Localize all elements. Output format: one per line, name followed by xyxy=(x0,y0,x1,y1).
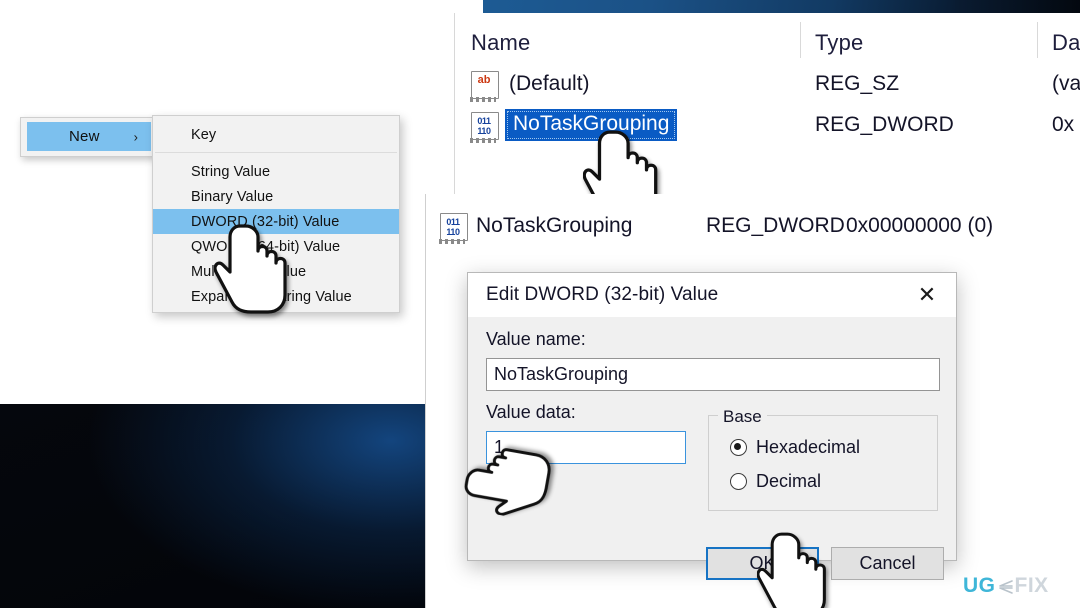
screenshot-stage: New › Key String Value Binary Value DWOR… xyxy=(0,0,1080,608)
menu-item-multi-string-value-label: Multi-String Value xyxy=(191,263,307,280)
registry-value-name: (Default) xyxy=(509,72,590,95)
watermark-part2: FIX xyxy=(1014,574,1049,597)
dialog-body: Value name: NoTaskGrouping Value data: 1… xyxy=(468,317,956,580)
value-data-input[interactable]: 1 xyxy=(486,431,686,464)
table-row[interactable]: 011 110 NoTaskGrouping REG_DWORD 0x xyxy=(455,106,1080,146)
column-header-data[interactable]: Da xyxy=(1052,30,1080,56)
ok-button[interactable]: OK xyxy=(706,547,819,580)
dialog-title-bar[interactable]: Edit DWORD (32-bit) Value ✕ xyxy=(468,273,956,317)
value-name-input[interactable]: NoTaskGrouping xyxy=(486,358,940,391)
menu-item-string-value-label: String Value xyxy=(191,163,271,180)
watermark-part1: UG xyxy=(963,574,996,597)
menu-item-qword-64bit-value[interactable]: QWORD (64-bit) Value xyxy=(153,234,399,259)
context-submenu-new: Key String Value Binary Value DWORD (32-… xyxy=(152,115,400,313)
reg-sz-icon: ab xyxy=(469,71,499,102)
menu-item-expandable-string-value[interactable]: Expandable String Value xyxy=(153,284,399,309)
menu-item-key[interactable]: Key xyxy=(153,122,399,147)
column-divider xyxy=(800,22,801,58)
value-name-label: Value name: xyxy=(486,329,586,349)
registry-values-panel-top: Name Type Da ab (Default) REG_SZ (va 011… xyxy=(454,13,1080,207)
edit-dword-dialog: Edit DWORD (32-bit) Value ✕ Value name: … xyxy=(467,272,957,580)
value-data-label: Value data: xyxy=(486,402,576,422)
registry-value-data: (va xyxy=(1052,72,1080,95)
table-row[interactable]: 011 110 NoTaskGrouping REG_DWORD 0x00000… xyxy=(426,208,1080,248)
base-groupbox xyxy=(708,415,938,511)
menu-item-qword-64bit-value-label: QWORD (64-bit) Value xyxy=(191,238,341,255)
menu-separator xyxy=(155,152,397,153)
menu-item-expandable-string-value-label: Expandable String Value xyxy=(191,288,352,305)
reg-dword-icon: 011 110 xyxy=(438,213,468,244)
menu-item-new[interactable]: New › xyxy=(27,122,151,151)
watermark-ugetfix: UG FIX xyxy=(963,575,1049,596)
column-header-name[interactable]: Name xyxy=(471,30,531,56)
menu-item-binary-value-label: Binary Value xyxy=(191,188,274,205)
menu-item-string-value[interactable]: String Value xyxy=(153,159,399,184)
registry-value-type: REG_DWORD xyxy=(815,113,954,136)
dialog-title: Edit DWORD (32-bit) Value xyxy=(486,284,719,305)
column-divider xyxy=(1037,22,1038,58)
menu-item-multi-string-value[interactable]: Multi-String Value xyxy=(153,259,399,284)
registry-value-type: REG_DWORD xyxy=(706,214,845,237)
registry-value-data: 0x xyxy=(1052,113,1075,136)
registry-value-type: REG_SZ xyxy=(815,72,900,95)
radio-decimal[interactable]: Decimal xyxy=(730,471,821,492)
column-header-type[interactable]: Type xyxy=(815,30,864,56)
radio-selected-icon xyxy=(730,439,747,456)
close-icon[interactable]: ✕ xyxy=(908,280,946,310)
radio-hexadecimal-label: Hexadecimal xyxy=(756,437,861,457)
menu-item-dword-32bit-value[interactable]: DWORD (32-bit) Value xyxy=(153,209,399,234)
reg-dword-icon: 011 110 xyxy=(469,112,499,143)
radio-unselected-icon xyxy=(730,473,747,490)
table-row[interactable]: ab (Default) REG_SZ (va xyxy=(455,65,1080,105)
menu-item-new-label: New xyxy=(69,128,100,145)
registry-column-header: Name Type Da xyxy=(455,13,1080,58)
menu-item-dword-32bit-value-label: DWORD (32-bit) Value xyxy=(191,213,340,230)
context-menu-parent: New › xyxy=(20,117,157,157)
radio-hexadecimal[interactable]: Hexadecimal xyxy=(730,437,860,458)
registry-value-name-selected[interactable]: NoTaskGrouping xyxy=(505,109,678,141)
menu-item-key-label: Key xyxy=(191,126,217,143)
registry-value-name: NoTaskGrouping xyxy=(476,214,633,237)
chevron-right-icon: › xyxy=(133,129,138,144)
radio-decimal-label: Decimal xyxy=(756,471,822,491)
logo-glyph-icon xyxy=(997,578,1014,594)
cancel-button[interactable]: Cancel xyxy=(831,547,944,580)
menu-item-binary-value[interactable]: Binary Value xyxy=(153,184,399,209)
base-group-label: Base xyxy=(718,407,767,427)
registry-value-data: 0x00000000 (0) xyxy=(846,214,994,237)
desktop-wallpaper-bottom-left xyxy=(0,404,425,608)
